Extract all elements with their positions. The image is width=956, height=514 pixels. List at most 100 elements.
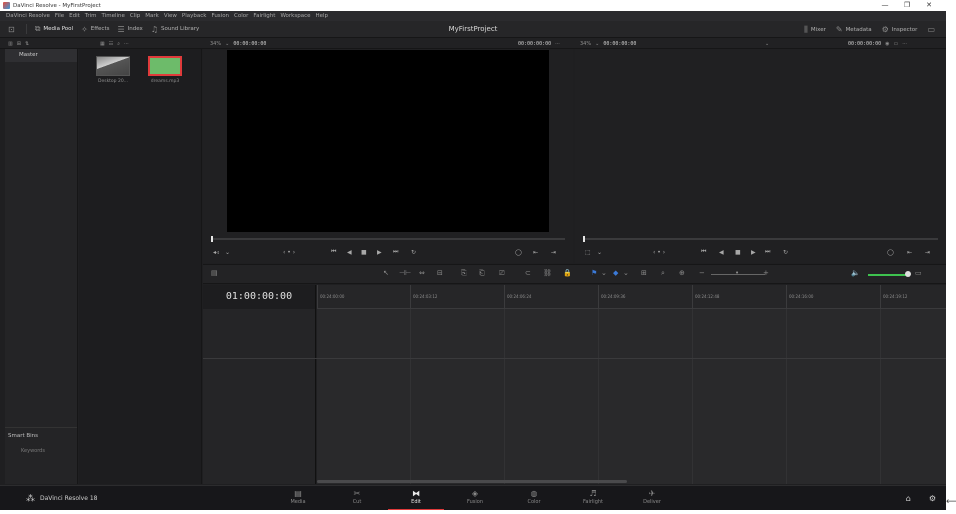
smart-bins-heading[interactable]: Smart Bins [5,428,77,439]
full-extent-zoom-icon[interactable]: ⊞ [641,269,647,277]
stop-icon[interactable]: ■ [735,249,741,256]
mark-out-icon[interactable]: ⇥ [925,249,930,256]
bin-sort-icon[interactable]: ⇅ [25,41,29,47]
go-to-end-icon[interactable]: ⏭ [765,248,770,256]
clip-dreams[interactable]: dreams.mp3 [147,56,183,84]
trim-tool-icon[interactable]: ⊣⊢ [399,269,411,277]
more-options-icon[interactable]: ⋯ [124,41,129,47]
menu-file[interactable]: File [55,13,64,19]
flag-dropdown-icon[interactable]: ⌄ [601,269,607,277]
menu-fusion[interactable]: Fusion [211,13,229,19]
page-color[interactable]: ◍ Color [506,486,562,510]
marker-dropdown-icon[interactable]: ⌄ [623,269,629,277]
index-button[interactable]: ☰ Index [117,25,142,34]
search-icon[interactable]: ⌕ [117,41,120,47]
menu-edit[interactable]: Edit [69,13,80,19]
settings-gear-icon[interactable]: ⚙ [929,494,936,503]
go-to-start-icon[interactable]: ⏮ [331,248,336,256]
video-audio-divider[interactable] [203,358,946,359]
viewer-options-icon[interactable]: ⬚ [585,249,591,256]
play-icon[interactable]: ▶ [751,249,756,256]
loop-icon[interactable]: ↻ [783,249,788,256]
menu-view[interactable]: View [164,13,177,19]
timeline-zoom-dropdown-icon[interactable]: ⌄ [595,41,599,47]
timeline-options-icon[interactable]: ⋯ [902,41,907,47]
timeline-view-options-icon[interactable]: ▤ [211,269,218,277]
inspector-button[interactable]: ⚙ Inspector [882,25,918,34]
effects-button[interactable]: ✧ Effects [81,25,109,34]
page-edit[interactable]: ⧓ Edit [388,486,444,510]
detail-zoom-icon[interactable]: ⌕ [661,269,665,278]
mark-in-icon[interactable]: ⇤ [907,249,912,256]
track-area[interactable] [317,309,946,484]
audio-track-icon[interactable]: ◂◃ [213,249,219,256]
layout-toggle-button[interactable]: ⊡ [8,25,18,34]
mixer-button[interactable]: ⫼ Mixer [804,25,826,35]
zoom-in-icon[interactable]: + [763,269,769,277]
flag-icon[interactable]: ⚑ [591,269,597,277]
position-lock-icon[interactable]: 🔒 [563,269,572,277]
menu-clip[interactable]: Clip [130,13,140,19]
viewer-mode-icon[interactable]: ▭ [894,41,899,47]
source-zoom[interactable]: 34% [210,41,221,47]
sound-library-button[interactable]: ♫ Sound Library [151,25,199,34]
mark-out-icon[interactable]: ⇥ [551,249,556,256]
menu-davinci-resolve[interactable]: DaVinci Resolve [6,13,50,19]
source-zoom-dropdown-icon[interactable]: ⌄ [225,41,229,47]
source-options-icon[interactable]: ⋯ [555,41,560,47]
close-button[interactable]: ✕ [918,0,940,11]
blade-tool-icon[interactable]: ⊟ [437,269,443,277]
clip-desktop[interactable]: Desktop 20... [95,56,131,84]
color-picker-icon[interactable]: ◉ [885,41,889,47]
menu-fairlight[interactable]: Fairlight [253,13,275,19]
marker-icon[interactable]: ◆ [613,269,618,277]
timeline-select-dropdown-icon[interactable]: ⌄ [765,41,769,47]
source-scrubber[interactable] [211,236,565,242]
jog-control-icon[interactable]: ‹ • › [653,249,665,256]
dynamic-trim-icon[interactable]: ⇔ [419,269,425,277]
snapping-icon[interactable]: ⊂ [525,269,531,277]
minimize-button[interactable]: — [874,0,896,11]
play-icon[interactable]: ▶ [377,249,382,256]
timeline-viewer-scrubber[interactable] [583,236,938,242]
zoom-slider-handle[interactable]: • [735,269,739,277]
viewer-options-dropdown-icon[interactable]: ⌄ [597,249,602,256]
jog-control-icon[interactable]: ‹ • › [283,249,295,256]
step-back-icon[interactable]: ◀ [719,249,724,256]
custom-zoom-icon[interactable]: ⊕ [679,269,685,277]
page-fusion[interactable]: ◈ Fusion [447,486,503,510]
page-fairlight[interactable]: ♬ Fairlight [565,486,621,510]
metadata-button[interactable]: ✎ Metadata [836,25,872,34]
replace-clip-icon[interactable]: ⎚ [499,269,505,278]
selection-tool-icon[interactable]: ↖ [383,269,389,277]
linked-selection-icon[interactable]: ⛓ [543,269,552,277]
overwrite-clip-icon[interactable]: ⎗ [479,269,485,278]
source-viewer-screen[interactable] [227,50,549,232]
panel-toggle-button[interactable]: ▭ [927,25,938,34]
menu-playback[interactable]: Playback [182,13,207,19]
bin-grid-icon[interactable]: ⊞ [17,41,21,47]
audio-meter-icon[interactable]: ▭ [915,269,922,277]
maximize-button[interactable]: ❐ [896,0,918,11]
media-pool-button[interactable]: ⧉ Media Pool [35,24,73,34]
thumbnail-view-icon[interactable]: ▦ [100,41,105,47]
step-back-icon[interactable]: ◀ [347,249,352,256]
go-to-start-icon[interactable]: ⏮ [701,248,706,256]
timeline-zoom[interactable]: 34% [580,41,591,47]
timeline-horizontal-scrollbar[interactable] [317,480,627,483]
match-frame-icon[interactable]: ◯ [887,249,894,256]
menu-timeline[interactable]: Timeline [102,13,125,19]
home-icon[interactable]: ⌂ [906,494,911,503]
list-view-icon[interactable]: ☷ [109,41,113,47]
volume-slider-handle[interactable] [905,271,911,277]
menu-mark[interactable]: Mark [145,13,159,19]
page-cut[interactable]: ✂ Cut [329,486,385,510]
page-media[interactable]: ▤ Media [270,486,326,510]
volume-icon[interactable]: 🔈 [851,269,860,277]
timeline-timecode[interactable]: 01:00:00:00 [203,285,315,309]
bin-list-icon[interactable]: ▥ [8,41,13,47]
menu-help[interactable]: Help [316,13,329,19]
page-deliver[interactable]: ✈ Deliver [624,486,680,510]
stop-icon[interactable]: ■ [361,249,367,256]
audio-dropdown-icon[interactable]: ⌄ [225,249,230,256]
